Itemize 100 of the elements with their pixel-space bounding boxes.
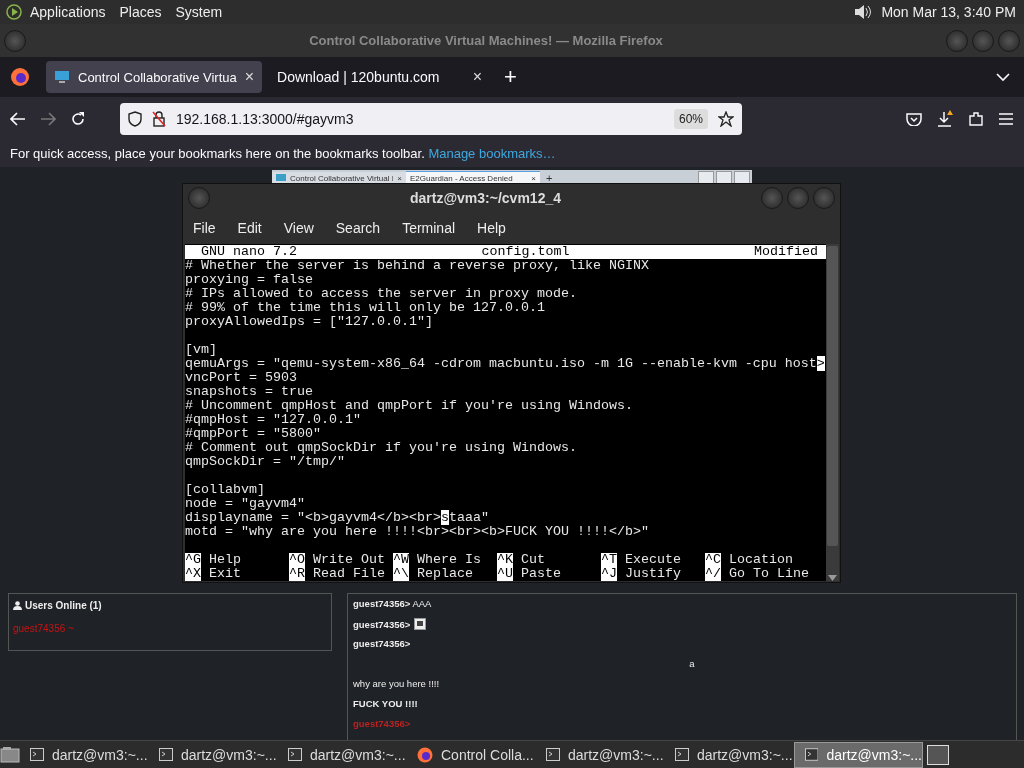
pocket-icon[interactable]	[906, 111, 922, 126]
taskbar-item[interactable]: dartz@vm3:~...	[278, 741, 407, 768]
menu-item[interactable]: Search	[335, 220, 381, 237]
code-line: snapshots = true	[185, 384, 313, 399]
download-icon[interactable]	[936, 109, 954, 128]
chevron-down-icon[interactable]	[996, 72, 1010, 82]
menu-item[interactable]: Terminal	[402, 220, 456, 237]
terminal-icon	[288, 748, 302, 761]
bookmarks-hint: For quick access, place your bookmarks here on the bookmarks toolbar. Manage bookmarks…	[10, 146, 556, 161]
close-button[interactable]: ×	[531, 173, 536, 183]
speaker-icon[interactable]	[853, 3, 874, 21]
code-line: qemuArgs = "qemu-system-x86_64 -cdrom macbuntu.iso -m 1G --enable-kvm -cpu host	[185, 356, 817, 371]
code-line: #qmpHost = "127.0.0.1"	[185, 412, 361, 427]
code-line: #qmpPort = "5800"	[185, 426, 321, 441]
shortcut-label: Paste	[520, 567, 561, 581]
shortcut-key: ^J	[601, 567, 617, 581]
shortcut-key: ^T	[601, 553, 617, 567]
shortcut-key: ^C	[705, 553, 721, 567]
terminal-icon	[159, 748, 173, 761]
code-line: [collabvm]	[185, 482, 265, 497]
close-button[interactable]: ×	[472, 68, 483, 86]
browser-tab[interactable]: Download | 120buntu.com ×	[262, 61, 491, 93]
code-line: # Comment out qmpSockDir if you're using Windows.	[185, 440, 577, 455]
zoom-badge[interactable]: 60%	[673, 108, 708, 129]
shortcut-key: ^G	[185, 553, 201, 567]
code-line: proxying = false	[185, 272, 313, 287]
lock-slash-icon	[152, 110, 166, 127]
reload-icon[interactable]	[70, 110, 86, 127]
chat-message: FUCK YOU !!!!	[353, 698, 419, 709]
workspace-switcher[interactable]	[927, 744, 949, 765]
file-name: config.toml	[481, 245, 570, 259]
shortcut-key: ^/	[705, 567, 721, 581]
shortcut-label: Cut	[520, 553, 545, 567]
code-line: qmpSockDir = "/tmp/"	[185, 454, 345, 469]
code-line: proxyAllowedIps = ["127.0.0.1"]	[185, 314, 433, 329]
menu-icon[interactable]	[998, 111, 1014, 126]
panel-menu[interactable]: Places	[119, 4, 162, 20]
panel-menu[interactable]: System	[175, 4, 223, 20]
menu-item[interactable]: View	[283, 220, 314, 237]
shortcut-label: Write Out	[312, 553, 385, 567]
shortcut-key: ^X	[185, 567, 201, 581]
panel-title: Users Online (1)	[25, 600, 102, 611]
firefox-icon[interactable]	[10, 67, 30, 87]
taskbar-item[interactable]: dartz@vm3:~...	[536, 741, 665, 768]
terminal-icon	[805, 748, 819, 761]
firefox-icon	[417, 746, 433, 763]
clock[interactable]: Mon Mar 13, 3:40 PM	[881, 4, 1016, 20]
puzzle-icon[interactable]	[968, 110, 984, 127]
taskbar-item[interactable]: dartz@vm3:~...	[149, 741, 278, 768]
browser-tab[interactable]: Control Collaborative Virtual I ×	[272, 172, 406, 184]
shortcut-key: ^\	[393, 567, 409, 581]
chat-message: a	[688, 658, 696, 669]
chat-user: guest74356>	[353, 638, 412, 649]
scrollbar[interactable]	[826, 244, 839, 581]
shield-icon	[128, 110, 142, 127]
close-button[interactable]: ×	[397, 173, 402, 183]
code-line: # IPs allowed to access the server in proxy mode.	[185, 286, 577, 301]
address-bar[interactable]: 192.168.1.13:3000/#gayvm3 60%	[120, 102, 742, 135]
chat-user: guest74356>	[353, 718, 412, 729]
shortcut-label: Read File	[312, 567, 385, 581]
code-line: # Whether the server is behind a reverse proxy, like NGINX	[185, 258, 649, 273]
new-tab-button[interactable]: +	[546, 172, 553, 184]
menu-item[interactable]: Edit	[237, 220, 262, 237]
menu-item[interactable]: File	[193, 220, 216, 237]
browser-tab[interactable]: Control Collaborative Virtua ×	[46, 61, 263, 93]
shortcut-label: Exit	[208, 567, 241, 581]
chat-user: guest74356>	[353, 618, 411, 630]
menu-item[interactable]: Help	[477, 220, 506, 237]
monitor-icon	[276, 174, 286, 182]
scroll-down-icon[interactable]	[828, 575, 837, 581]
close-button[interactable]: ×	[244, 68, 255, 86]
image-icon	[414, 618, 427, 630]
new-tab-button[interactable]: +	[504, 64, 517, 90]
taskbar-item[interactable]: dartz@vm3:~...	[665, 741, 794, 768]
window-title: Control Collaborative Virtual Machines! — Mozilla Firefox	[309, 33, 663, 48]
manage-bookmarks-link[interactable]: Manage bookmarks…	[428, 146, 556, 161]
code-line: [vm]	[185, 342, 217, 357]
shortcut-key: ^W	[393, 553, 409, 567]
panel-menu[interactable]: Applications	[30, 4, 106, 20]
star-icon[interactable]	[718, 110, 734, 127]
code-line: vncPort = 5903	[185, 370, 297, 385]
terminal-icon	[675, 748, 689, 761]
shortcut-label: Execute	[624, 553, 681, 567]
file-status: Modified	[754, 245, 818, 259]
window-title: dartz@vm3:~/cvm12_4	[410, 190, 561, 207]
taskbar-item[interactable]: dartz@vm3:~...	[794, 741, 923, 768]
user-icon	[13, 601, 22, 610]
monitor-icon	[54, 70, 70, 84]
code-line: # Uncomment qmpHost and qmpPort if you're using Windows.	[185, 398, 633, 413]
code-line: node = "gayvm4"	[185, 496, 305, 511]
shortcut-label: Replace	[416, 567, 473, 581]
shortcut-label: Location	[728, 553, 793, 567]
taskbar-item[interactable]: dartz@vm3:~...	[20, 741, 149, 768]
shortcut-label: Justify	[624, 567, 681, 581]
shortcut-key: ^O	[289, 553, 305, 567]
shortcut-label: Go To Line	[728, 567, 809, 581]
forward-icon[interactable]	[40, 111, 56, 126]
back-icon[interactable]	[10, 111, 26, 126]
taskbar-item[interactable]: Control Colla...	[407, 741, 536, 768]
logo-icon[interactable]	[6, 4, 22, 20]
